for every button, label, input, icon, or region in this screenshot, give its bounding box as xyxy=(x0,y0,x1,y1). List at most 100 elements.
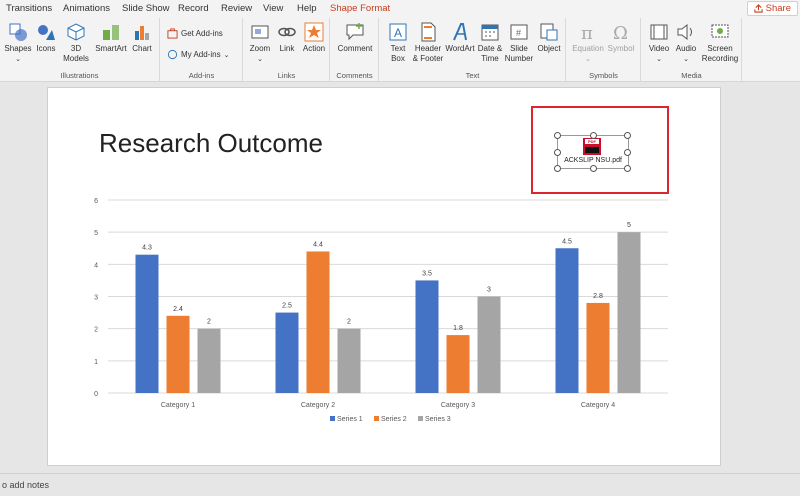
group-illustrations: Shapes ⌄ Icons 3D Models SmartArt Chart I… xyxy=(0,18,160,82)
tab-view[interactable]: View xyxy=(263,3,283,14)
legend-swatch xyxy=(418,416,423,421)
comments-group-label: Comments xyxy=(336,71,373,80)
bar-chart[interactable]: 0 1 2 3 4 5 6 4.3 2.4 2 Category 1 2.5 4.4 2 Category … xyxy=(48,88,722,467)
icons-button[interactable]: Icons xyxy=(33,22,59,54)
audio-button[interactable]: Audio ⌄ xyxy=(673,22,699,65)
omega-icon: Ω xyxy=(613,23,628,42)
share-label: Share xyxy=(765,3,791,14)
screen-recording-icon xyxy=(711,24,729,38)
y-tick-label: 6 xyxy=(94,198,98,205)
icons-icon xyxy=(38,25,55,40)
svg-text:#: # xyxy=(516,28,521,38)
film-icon xyxy=(650,24,668,40)
text-box-button[interactable]: A Text Box xyxy=(384,22,412,64)
symbol-button[interactable]: Ω Symbol xyxy=(605,22,637,54)
x-tick-label: Category 1 xyxy=(161,402,195,409)
slide-number-icon: # xyxy=(510,24,528,40)
slide-canvas[interactable]: Research Outcome PDF ACKSLIP NSU.pdf 012… xyxy=(47,87,721,466)
group-symbols: π Equation ⌄ Ω Symbol Symbols xyxy=(567,18,641,82)
symbols-group-label: Symbols xyxy=(589,71,618,80)
action-button[interactable]: Action xyxy=(300,22,328,54)
bar xyxy=(275,312,299,393)
data-label: 3.5 xyxy=(422,270,432,277)
wordart-button[interactable]: WordArt xyxy=(444,22,476,54)
data-label: 2 xyxy=(347,319,351,326)
tab-record[interactable]: Record xyxy=(178,3,209,14)
tab-slide-show[interactable]: Slide Show xyxy=(122,3,170,14)
y-tick-label: 3 xyxy=(94,295,98,302)
group-addins: Get Add-ins My Add-ins ⌄ Add-ins xyxy=(161,18,243,82)
tab-help[interactable]: Help xyxy=(297,3,317,14)
bar xyxy=(166,315,190,393)
group-text: A Text Box Header & Footer WordArt Date … xyxy=(380,18,566,82)
share-icon xyxy=(754,4,763,13)
data-label: 4.3 xyxy=(142,245,152,252)
bar xyxy=(555,248,579,393)
share-button[interactable]: Share xyxy=(746,1,798,16)
y-tick-label: 0 xyxy=(94,391,98,398)
x-tick-label: Category 4 xyxy=(581,402,615,409)
legend-label: Series 2 xyxy=(381,416,407,423)
bar xyxy=(586,302,610,393)
svg-text:Ω: Ω xyxy=(613,23,628,42)
chart-button[interactable]: Chart xyxy=(129,22,155,54)
date-time-button[interactable]: Date & Time xyxy=(476,22,504,64)
object-button[interactable]: Object xyxy=(534,22,564,54)
ribbon-tabs: Transitions Animations Slide Show Record… xyxy=(0,0,800,18)
data-label: 5 xyxy=(627,222,631,229)
object-icon xyxy=(540,23,558,41)
video-button[interactable]: Video ⌄ xyxy=(646,22,672,65)
data-label: 2 xyxy=(207,319,211,326)
shapes-icon xyxy=(9,23,27,41)
header-footer-button[interactable]: Header & Footer xyxy=(412,22,444,64)
data-label: 4.4 xyxy=(313,241,323,248)
speaker-icon xyxy=(677,23,692,41)
y-tick-label: 5 xyxy=(94,230,98,237)
link-icon xyxy=(278,27,296,37)
bar xyxy=(337,328,361,393)
shapes-button[interactable]: Shapes ⌄ xyxy=(4,22,32,65)
group-media: Video ⌄ Audio ⌄ Screen Recording Media xyxy=(642,18,742,82)
svg-text:A: A xyxy=(394,26,402,40)
tab-animations[interactable]: Animations xyxy=(63,3,110,14)
svg-text:π: π xyxy=(581,23,593,42)
data-label: 2.5 xyxy=(282,303,292,310)
smartart-button[interactable]: SmartArt xyxy=(94,22,128,54)
equation-button[interactable]: π Equation ⌄ xyxy=(571,22,605,65)
comment-button[interactable]: Comment xyxy=(335,22,375,54)
tab-review[interactable]: Review xyxy=(221,3,252,14)
x-tick-label: Category 2 xyxy=(301,402,335,409)
bar xyxy=(306,251,330,393)
y-tick-label: 4 xyxy=(94,262,98,269)
group-links: Zoom ⌄ Link Action Links xyxy=(244,18,330,82)
tab-shape-format[interactable]: Shape Format xyxy=(330,3,390,14)
3d-models-button[interactable]: 3D Models xyxy=(60,22,92,64)
my-addins-button[interactable]: My Add-ins ⌄ xyxy=(167,49,229,60)
calendar-icon xyxy=(481,24,499,41)
get-addins-button[interactable]: Get Add-ins xyxy=(167,28,223,39)
bar xyxy=(197,328,221,393)
bar xyxy=(446,335,470,393)
store-icon xyxy=(167,28,178,39)
smartart-icon xyxy=(103,25,119,40)
powerpoint-window: Transitions Animations Slide Show Record… xyxy=(0,0,800,496)
bar xyxy=(135,254,159,393)
zoom-button[interactable]: Zoom ⌄ xyxy=(247,22,273,65)
slide-number-button[interactable]: # Slide Number xyxy=(504,22,534,64)
data-label: 4.5 xyxy=(562,238,572,245)
addins-group-label: Add-ins xyxy=(188,71,215,80)
screen-recording-button[interactable]: Screen Recording xyxy=(700,22,740,64)
tab-transitions[interactable]: Transitions xyxy=(6,3,52,14)
legend-label: Series 3 xyxy=(425,416,451,423)
bar xyxy=(477,296,501,393)
media-group-label: Media xyxy=(681,71,702,80)
x-tick-label: Category 3 xyxy=(441,402,475,409)
cube-icon xyxy=(67,23,85,41)
y-tick-label: 2 xyxy=(94,327,98,334)
notes-bar[interactable]: o add notes xyxy=(0,473,800,496)
group-comments: Comment Comments xyxy=(331,18,379,82)
zoom-icon xyxy=(251,25,269,39)
slide-workspace: Research Outcome PDF ACKSLIP NSU.pdf 012… xyxy=(0,83,800,473)
link-button[interactable]: Link xyxy=(274,22,300,54)
wordart-icon xyxy=(453,23,467,41)
